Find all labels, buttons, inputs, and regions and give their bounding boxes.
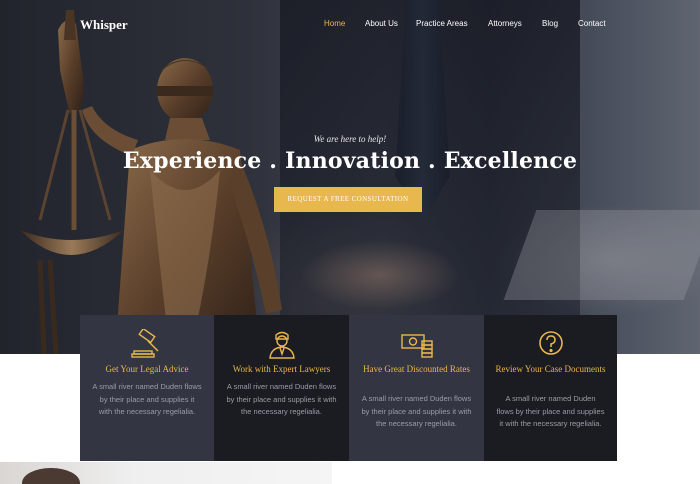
feature-title: Review Your Case Documents (495, 364, 606, 374)
feature-description: A small river named Duden flows by their… (226, 382, 337, 416)
feature-card-discounted-rates[interactable]: Have Great Discounted Rates A small rive… (349, 315, 484, 461)
request-consultation-button[interactable]: REQUEST A FREE CONSULTATION (274, 187, 422, 212)
feature-description: A small river named Duden flows by their… (92, 382, 202, 416)
nav-item-home[interactable]: Home (324, 18, 345, 30)
nav-item-practice-areas[interactable]: Practice Areas (416, 18, 468, 30)
money-icon (400, 334, 433, 358)
feature-title: Work with Expert Lawyers (232, 364, 331, 374)
lawyer-icon (268, 331, 295, 359)
lady-justice-statue-image (20, 10, 282, 354)
nav-item-blog[interactable]: Blog (542, 18, 558, 30)
features-row: Get Your Legal Advice A small river name… (80, 315, 617, 461)
feature-card-legal-advice[interactable]: Get Your Legal Advice A small river name… (80, 315, 214, 461)
nav-item-about-us[interactable]: About Us (365, 18, 398, 30)
feature-card-expert-lawyers[interactable]: Work with Expert Lawyers A small river n… (214, 315, 349, 461)
hero-headline: Experience . Innovation . Excellence (122, 148, 578, 174)
question-icon (538, 331, 563, 355)
nav-item-attorneys[interactable]: Attorneys (488, 18, 522, 30)
feature-card-review-documents[interactable]: Review Your Case Documents A small river… (484, 315, 617, 461)
feature-description: A small river named Duden flows by their… (496, 394, 605, 428)
feature-description: A small river named Duden flows by their… (361, 394, 472, 428)
hero-section (0, 0, 700, 354)
nav-item-contact[interactable]: Contact (578, 18, 606, 30)
main-navigation: Home About Us Practice Areas Attorneys B… (0, 18, 700, 30)
gavel-icon (131, 329, 159, 358)
feature-title: Get Your Legal Advice (105, 364, 189, 374)
feature-title: Have Great Discounted Rates (363, 364, 470, 374)
hero-tagline: We are here to help! (313, 134, 387, 144)
